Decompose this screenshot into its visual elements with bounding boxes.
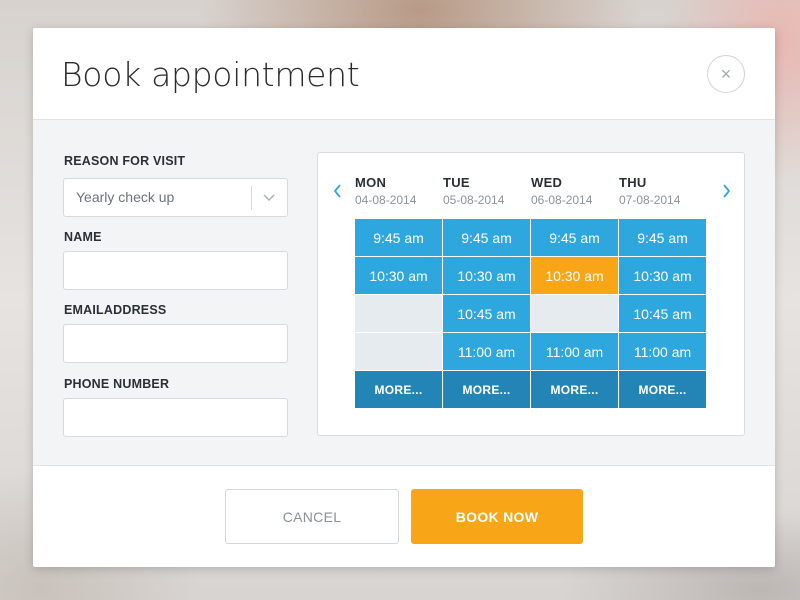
day-header-thu: THU 07-08-2014 [619,175,705,207]
time-slot[interactable]: 9:45 am [443,219,530,256]
time-slot[interactable]: 9:45 am [355,219,442,256]
time-slot-empty [355,295,442,332]
more-button[interactable]: MORE... [619,371,706,408]
time-slot[interactable]: 10:30 am [619,257,706,294]
email-input[interactable] [63,324,288,363]
name-label: NAME [64,230,102,244]
cancel-button[interactable]: CANCEL [225,489,399,544]
dialog-title: Book appointment [61,55,360,94]
time-slot[interactable]: 10:45 am [619,295,706,332]
chevron-left-icon[interactable] [330,181,346,201]
time-slot[interactable]: 11:00 am [443,333,530,370]
time-slot-selected[interactable]: 10:30 am [531,257,618,294]
time-slot[interactable]: 9:45 am [531,219,618,256]
time-slot-grid: 9:45 am 10:30 am MORE... 9:45 am 10:30 am 10:… [355,219,707,409]
reason-select-value: Yearly check up [76,189,175,205]
time-slot[interactable]: 11:00 am [619,333,706,370]
day-date: 04-08-2014 [355,193,417,207]
dialog-footer: CANCEL BOOK NOW [33,465,775,567]
more-button[interactable]: MORE... [443,371,530,408]
time-slot-empty [355,333,442,370]
reason-select[interactable]: Yearly check up [63,178,288,217]
day-date: 07-08-2014 [619,193,681,207]
select-divider [251,186,252,210]
time-slot-empty [531,295,618,332]
day-header-mon: MON 04-08-2014 [355,175,441,207]
day-header-wed: WED 06-08-2014 [531,175,617,207]
day-name: TUE [443,175,470,190]
close-button[interactable]: × [707,55,745,93]
phone-label: PHONE NUMBER [64,377,170,391]
day-date: 05-08-2014 [443,193,505,207]
chevron-right-icon[interactable] [718,181,734,201]
book-appointment-dialog: Book appointment × REASON FOR VISIT Year… [33,28,775,567]
time-slot[interactable]: 10:30 am [443,257,530,294]
book-now-button[interactable]: BOOK NOW [411,489,583,544]
email-label: EMAILADDRESS [64,303,167,317]
day-header-tue: TUE 05-08-2014 [443,175,529,207]
day-name: MON [355,175,387,190]
time-slot[interactable]: 11:00 am [531,333,618,370]
phone-input[interactable] [63,398,288,437]
chevron-down-icon [263,194,275,201]
name-input[interactable] [63,251,288,290]
time-slot[interactable]: 10:30 am [355,257,442,294]
dialog-header: Book appointment × [33,28,775,120]
reason-label: REASON FOR VISIT [64,154,186,168]
time-slot[interactable]: 10:45 am [443,295,530,332]
more-button[interactable]: MORE... [355,371,442,408]
calendar-panel: MON 04-08-2014 TUE 05-08-2014 WED 06-08-… [317,152,745,436]
day-date: 06-08-2014 [531,193,593,207]
more-button[interactable]: MORE... [531,371,618,408]
day-name: WED [531,175,563,190]
time-slot[interactable]: 9:45 am [619,219,706,256]
day-name: THU [619,175,647,190]
close-icon: × [720,64,732,84]
